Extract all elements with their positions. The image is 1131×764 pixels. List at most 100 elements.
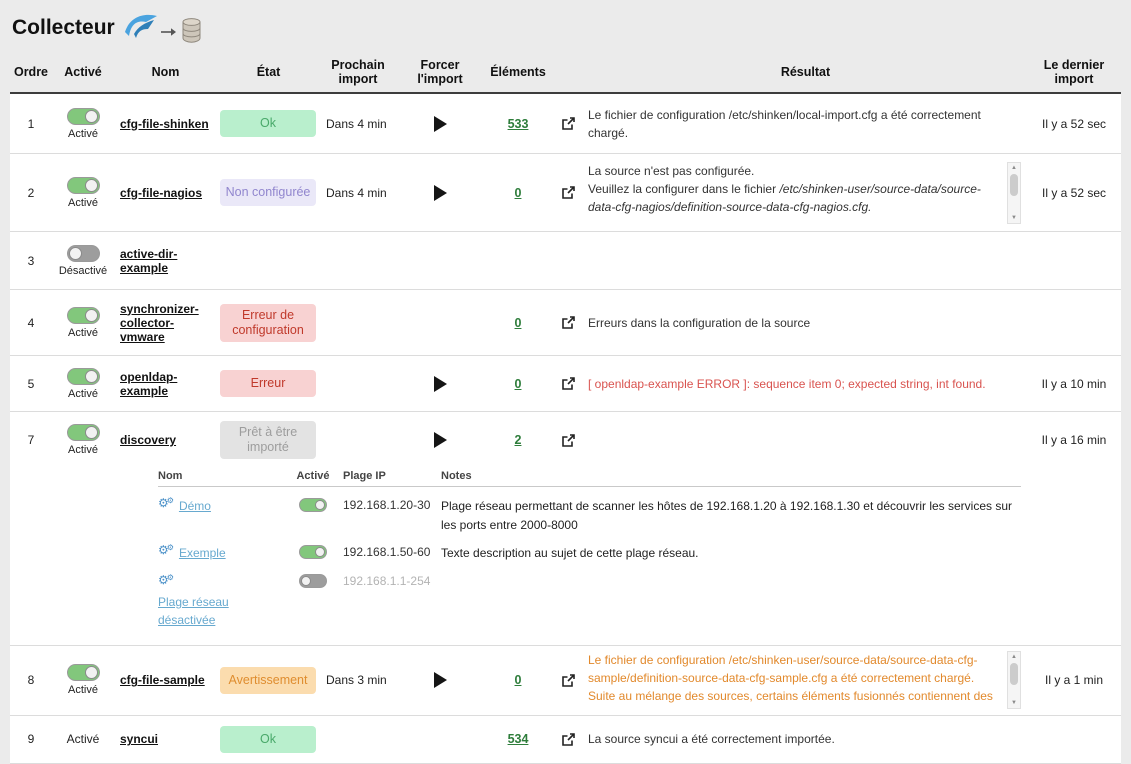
range-toggle[interactable] [299,498,327,512]
range-note: Plage réseau permettant de scanner les h… [441,497,1021,534]
col-prochain-import: Prochain import [320,56,396,89]
arrow-right-icon [161,27,177,37]
enable-toggle[interactable] [67,424,100,441]
external-link-icon[interactable] [561,433,576,448]
subtable-row: ⚙⚙ Plage réseau désactivée 192.168.1.1-2… [158,565,1021,631]
network-range-link[interactable]: Démo [179,497,211,515]
external-link-icon[interactable] [561,185,576,200]
elements-link[interactable]: 0 [515,377,522,391]
source-name-link[interactable]: active-dir-example [114,247,217,275]
toggle-label: Activé [68,444,98,456]
table-row: 2 Activé cfg-file-nagios Non configurée … [10,154,1121,232]
order-number: 9 [10,732,52,746]
col-active: Activé [52,63,114,81]
result-text: Le fichier de configuration /etc/shinken… [584,102,1027,146]
table-row: 5 Activé openldap-example Erreur 0 [ ope… [10,356,1121,412]
force-import-button[interactable] [434,185,447,201]
status-badge: Prêt à être importé [220,421,316,459]
external-link-icon[interactable] [561,673,576,688]
order-number: 7 [10,433,52,447]
table-row: 3 Désactivé active-dir-example [10,232,1121,290]
subcol-notes: Notes [441,470,1021,482]
toggle-label: Activé [68,684,98,696]
col-nom: Nom [114,63,217,81]
status-badge: Ok [220,726,316,753]
source-name-link[interactable]: cfg-file-sample [114,673,205,687]
source-name-link[interactable]: cfg-file-nagios [114,186,202,200]
ip-range: 192.168.1.50-60 [343,544,441,559]
result-text: Erreurs dans la configuration de la sour… [584,310,1027,336]
result-text: Suite au mélange des sources, certains é… [588,687,1001,709]
source-name-link[interactable]: discovery [114,433,176,447]
status-badge: Erreur de configuration [220,304,316,342]
scroll-up-icon[interactable]: ▲ [1011,164,1017,172]
network-range-link[interactable]: Exemple [179,544,226,562]
range-toggle[interactable] [299,545,327,559]
col-etat: État [217,63,320,81]
gear-icon: ⚙⚙ [158,544,176,556]
col-elements: Éléments [484,63,552,81]
subcol-active: Activé [283,470,343,482]
page-title: Collecteur [12,16,115,40]
enable-toggle[interactable] [67,108,100,125]
status-badge: Non configurée [220,179,316,206]
active-state-text: Activé [67,732,100,746]
scroll-thumb[interactable] [1010,174,1018,196]
force-import-button[interactable] [434,116,447,132]
subcol-plage-ip: Plage IP [343,470,441,482]
source-name-link[interactable]: cfg-file-shinken [114,117,209,131]
enable-toggle[interactable] [67,307,100,324]
toggle-label: Activé [68,128,98,140]
elements-link[interactable]: 0 [515,186,522,200]
source-name-link[interactable]: syncui [114,732,158,746]
external-link-icon[interactable] [561,376,576,391]
subtable-row: ⚙⚙ Démo 192.168.1.20-30 Plage réseau per… [158,489,1021,536]
col-resultat: Résultat [584,63,1027,81]
table-header-row: Ordre Activé Nom État Prochain import Fo… [10,52,1121,94]
elements-link[interactable]: 533 [508,117,529,131]
table-row: 8 Activé cfg-file-sample Avertissement D… [10,646,1121,716]
enable-toggle[interactable] [67,368,100,385]
status-badge: Ok [220,110,316,137]
external-link-icon[interactable] [561,732,576,747]
table-row: 1 Activé cfg-file-shinken Ok Dans 4 min … [10,94,1121,154]
range-toggle[interactable] [299,574,327,588]
external-link-icon[interactable] [561,315,576,330]
scroll-down-icon[interactable]: ▼ [1011,699,1017,707]
source-name-link[interactable]: openldap-example [114,370,217,398]
scroll-down-icon[interactable]: ▼ [1011,214,1017,222]
network-range-link[interactable]: Plage réseau désactivée [158,595,229,627]
result-scroll-area[interactable]: Le fichier de configuration /etc/shinken… [588,651,1021,709]
discovery-ranges-subtable: Nom Activé Plage IP Notes ⚙⚙ Démo 192.16… [158,470,1021,631]
enable-toggle[interactable] [67,245,100,262]
elements-link[interactable]: 0 [515,673,522,687]
force-import-button[interactable] [434,376,447,392]
elements-link[interactable]: 2 [515,433,522,447]
col-ordre: Ordre [10,63,52,81]
scrollbar[interactable]: ▲ ▼ [1007,162,1021,224]
status-badge: Avertissement [220,667,316,694]
enable-toggle[interactable] [67,664,100,681]
col-dernier-import: Le dernier import [1027,56,1121,89]
order-number: 5 [10,377,52,391]
elements-link[interactable]: 0 [515,316,522,330]
toggle-label: Activé [68,388,98,400]
scrollbar[interactable]: ▲ ▼ [1007,651,1021,709]
external-link-icon[interactable] [561,116,576,131]
enable-toggle[interactable] [67,177,100,194]
subtable-row: ⚙⚙ Exemple 192.168.1.50-60 Texte descrip… [158,536,1021,565]
toggle-label: Activé [68,197,98,209]
result-text: [ openldap-example ERROR ]: sequence ite… [584,371,1027,397]
force-import-button[interactable] [434,672,447,688]
scroll-thumb[interactable] [1010,663,1018,685]
last-import: Il y a 52 sec [1027,186,1121,200]
force-import-button[interactable] [434,432,447,448]
gear-icon: ⚙⚙ [158,497,176,509]
order-number: 8 [10,673,52,687]
scroll-up-icon[interactable]: ▲ [1011,653,1017,661]
source-name-link[interactable]: synchronizer-collector-vmware [114,302,217,344]
elements-link[interactable]: 534 [508,732,529,746]
result-scroll-area[interactable]: La source n'est pas configurée. Veuillez… [588,162,1021,224]
result-text: La source n'est pas configurée. [588,162,1001,180]
next-import: Dans 3 min [320,673,396,687]
